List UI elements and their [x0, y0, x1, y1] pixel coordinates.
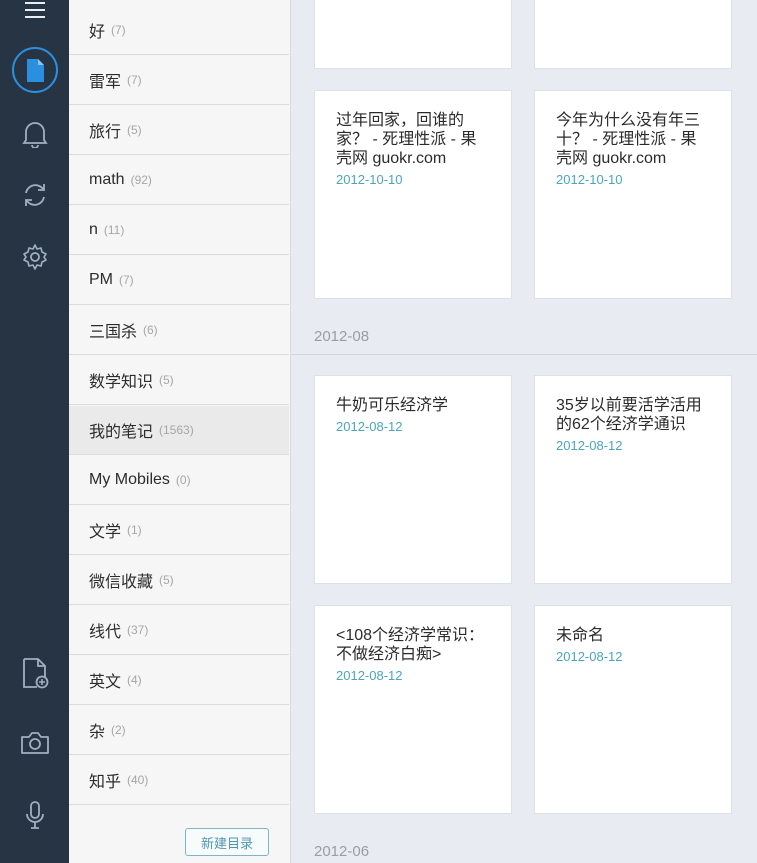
- notebook-count: (37): [127, 623, 149, 637]
- notes-panel: 过年回家，回谁的家？ - 死理性派 - 果壳网 guokr.com 2012-1…: [291, 0, 757, 863]
- notebook-name: 微信收藏: [89, 574, 154, 591]
- notebook-count: (5): [159, 373, 174, 387]
- notebook-count: (7): [127, 73, 142, 87]
- microphone-icon[interactable]: [0, 798, 69, 832]
- note-date: 2012-08-12: [556, 649, 623, 664]
- notebook-item[interactable]: 雷军 (7): [69, 56, 289, 105]
- notebook-count: (1): [127, 523, 142, 537]
- notebook-name: n: [89, 221, 98, 238]
- sync-icon[interactable]: [0, 178, 69, 212]
- notebook-name: 英文: [89, 674, 122, 691]
- notebook-name: 杂: [89, 724, 106, 741]
- notebook-name: 线代: [89, 624, 122, 641]
- notebook-count: (1563): [159, 423, 194, 437]
- notebook-item[interactable]: 杂 (2): [69, 706, 289, 755]
- menu-icon[interactable]: [0, 0, 69, 20]
- note-card[interactable]: 牛奶可乐经济学 2012-08-12: [314, 375, 512, 584]
- notebook-name: 雷军: [89, 74, 122, 91]
- note-card[interactable]: 过年回家，回谁的家？ - 死理性派 - 果壳网 guokr.com 2012-1…: [314, 90, 512, 299]
- notebook-count: (7): [111, 23, 126, 37]
- settings-gear-icon[interactable]: [0, 240, 69, 274]
- notebook-name: math: [89, 171, 125, 188]
- section-header: 2012-08: [314, 328, 370, 345]
- note-card[interactable]: <108个经济学常识：不做经济白痴> 2012-08-12: [314, 605, 512, 814]
- note-date: 2012-08-12: [556, 438, 623, 453]
- new-notebook-button[interactable]: 新建目录: [185, 828, 269, 856]
- note-title: <108个经济学常识：不做经济白痴>: [336, 627, 485, 663]
- notebook-item[interactable]: 知乎 (40): [69, 756, 289, 805]
- note-title: 35岁以前要活学活用的62个经济学通识: [556, 397, 702, 433]
- notebook-count: (0): [175, 473, 191, 487]
- notebook-count: (5): [159, 573, 174, 587]
- notebook-count: (11): [103, 223, 125, 237]
- notebook-name: 好: [89, 24, 106, 41]
- notebook-item[interactable]: math (92): [69, 156, 289, 205]
- note-date: 2012-10-10: [336, 172, 403, 187]
- notebook-list: 好 (7) 雷军 (7) 旅行 (5) math (92) n (11) PM (7) 三国…: [69, 0, 291, 863]
- notebook-item[interactable]: 旅行 (5): [69, 106, 289, 155]
- notebook-item-selected[interactable]: 我的笔记 (1563): [69, 406, 289, 455]
- notebook-count: (4): [127, 673, 142, 687]
- notebook-count: (2): [111, 723, 126, 737]
- notebook-item[interactable]: 线代 (37): [69, 606, 289, 655]
- notebook-item[interactable]: 三国杀 (6): [69, 306, 289, 355]
- notebook-item[interactable]: 文学 (1): [69, 506, 289, 555]
- notebook-count: (7): [119, 273, 134, 287]
- note-date: 2012-08-12: [336, 668, 403, 683]
- notebook-item[interactable]: 数学知识 (5): [69, 356, 289, 405]
- note-date: 2012-08-12: [336, 419, 403, 434]
- note-title: 今年为什么没有年三十？ - 死理性派 - 果壳网 guokr.com: [556, 112, 701, 167]
- notebook-count: (6): [143, 323, 158, 337]
- notebook-item[interactable]: PM (7): [69, 256, 289, 305]
- notebook-item[interactable]: 英文 (4): [69, 656, 289, 705]
- note-icon[interactable]: [0, 46, 69, 94]
- note-title: 未命名: [556, 627, 605, 644]
- notebook-name: 旅行: [89, 124, 122, 141]
- note-title: 牛奶可乐经济学: [336, 397, 449, 414]
- note-card[interactable]: [534, 0, 732, 69]
- section-header: 2012-06: [314, 843, 370, 860]
- note-title: 过年回家，回谁的家？ - 死理性派 - 果壳网 guokr.com: [336, 112, 477, 167]
- camera-icon[interactable]: [0, 726, 69, 760]
- notebook-name: 我的笔记: [89, 424, 154, 441]
- new-note-icon[interactable]: [0, 655, 69, 691]
- notebook-count: (92): [130, 173, 152, 187]
- notebook-name: PM: [89, 271, 113, 288]
- note-date: 2012-10-10: [556, 172, 623, 187]
- note-card[interactable]: [314, 0, 512, 69]
- notebook-name: My Mobiles: [89, 471, 170, 488]
- note-card[interactable]: 未命名 2012-08-12: [534, 605, 732, 814]
- section-divider: [291, 354, 757, 355]
- note-card[interactable]: 35岁以前要活学活用的62个经济学通识 2012-08-12: [534, 375, 732, 584]
- notebook-count: (40): [127, 773, 149, 787]
- note-card[interactable]: 今年为什么没有年三十？ - 死理性派 - 果壳网 guokr.com 2012-…: [534, 90, 732, 299]
- notebook-name: 知乎: [89, 774, 122, 791]
- notebook-count: (5): [127, 123, 142, 137]
- reminder-bell-icon[interactable]: [0, 116, 69, 150]
- notebook-item[interactable]: n (11): [69, 206, 289, 255]
- notebook-name: 数学知识: [89, 374, 154, 391]
- notebook-item[interactable]: 好 (7): [69, 6, 289, 55]
- notebook-name: 文学: [89, 524, 122, 541]
- nav-rail: [0, 0, 69, 863]
- notebook-name: 三国杀: [89, 324, 138, 341]
- notebook-item[interactable]: 微信收藏 (5): [69, 556, 289, 605]
- notebook-item[interactable]: My Mobiles (0): [69, 456, 289, 505]
